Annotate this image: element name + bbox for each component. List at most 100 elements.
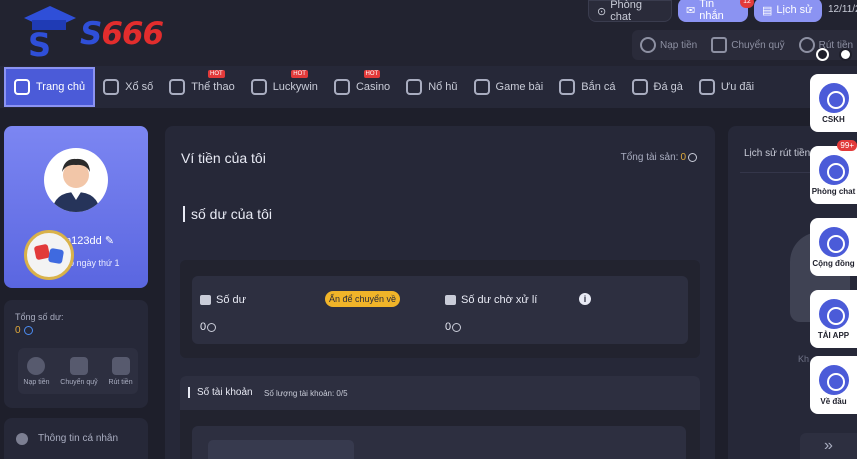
pending-balance-value: 0 — [445, 321, 462, 333]
chat-room-label: Phòng chat — [610, 0, 643, 23]
nav-promotions[interactable]: Ưu đãi — [691, 66, 762, 108]
deposit-button[interactable]: Nạp tiền — [23, 356, 49, 386]
nav-sports[interactable]: Thể thao HOT — [161, 66, 242, 108]
support-button[interactable]: CSKH — [810, 74, 857, 132]
toggle-dot-icon[interactable] — [839, 48, 852, 61]
transfer-icon — [69, 356, 88, 375]
nav-home-label: Trang chủ — [36, 81, 86, 93]
telegram-icon — [818, 226, 849, 257]
mailbox-icon: ✉ — [686, 4, 696, 17]
nav-luckywin[interactable]: Luckywin HOT — [243, 66, 326, 108]
download-app-label: TẢI APP — [817, 330, 850, 340]
cards-icon — [473, 79, 490, 95]
nav-cockfight[interactable]: Đá gà — [624, 66, 691, 108]
nav-slots-label: Nổ hũ — [428, 81, 458, 93]
community-label: Cộng đồng — [812, 258, 855, 268]
refresh-icon[interactable] — [688, 153, 697, 162]
download-app-button[interactable]: TẢI APP — [810, 290, 857, 348]
support-label: CSKH — [822, 114, 845, 124]
avatar[interactable] — [44, 148, 108, 212]
user-avatar-icon — [52, 158, 100, 212]
pending-label-text: Số dư chờ xử lí — [461, 294, 538, 306]
back-to-top-button[interactable]: Về đầu — [810, 356, 857, 414]
accounts-list — [192, 426, 686, 459]
nav-cockfight-label: Đá gà — [653, 81, 683, 93]
chat-room-float-button[interactable]: Phòng chat 99+ — [810, 140, 857, 204]
total-assets-value: 0 — [680, 152, 686, 163]
my-balance-heading: số dư của tôi — [183, 206, 272, 222]
deposit-icon — [640, 37, 656, 53]
quick-transfer-button[interactable]: Chuyển quỹ — [711, 37, 785, 53]
chat-badge: 99+ — [837, 140, 857, 151]
accounts-title: Số tài khoản — [188, 387, 253, 398]
dice-badge-icon — [24, 230, 74, 280]
logo-letter: S — [28, 26, 51, 62]
history-button[interactable]: ▤ Lịch sử — [754, 0, 822, 22]
refresh-icon[interactable] — [23, 326, 33, 335]
toggle-dot-icon[interactable] — [816, 48, 829, 61]
hot-badge: HOT — [291, 70, 308, 78]
chat-room-float-label: Phòng chat — [811, 186, 856, 196]
back-to-top-label: Về đầu — [820, 396, 847, 406]
nav-luckywin-label: Luckywin — [272, 81, 318, 93]
date-time: 12/11/2 — [828, 4, 857, 15]
edit-icon[interactable]: ✎ — [105, 235, 114, 247]
nav-casino-label: Casino — [355, 81, 391, 93]
withdraw-icon — [111, 356, 130, 375]
rooster-icon — [631, 79, 648, 95]
lottery-icon — [103, 79, 120, 95]
history-icon: ▤ — [762, 4, 773, 17]
arrow-up-icon — [818, 364, 849, 395]
accounts-header: Số tài khoản Số lượng tài khoản: 0/5 — [180, 376, 700, 410]
nav-casino[interactable]: Casino HOT — [326, 66, 398, 108]
quick-deposit-label: Nạp tiền — [660, 39, 698, 51]
chat-icon — [818, 154, 849, 185]
quick-deposit-button[interactable]: Nạp tiền — [640, 37, 697, 53]
total-balance-label: Tổng số dư: — [15, 312, 64, 322]
personal-info-link[interactable]: Thông tin cá nhân — [4, 418, 148, 459]
total-assets: Tổng tài sản: 0 — [621, 152, 697, 163]
accounts-count: Số lượng tài khoản: 0/5 — [264, 389, 348, 398]
messages-button[interactable]: ✉ Tin nhắn — [678, 0, 748, 22]
balance-value: 0 — [200, 321, 217, 333]
total-balance-value: 0 — [15, 325, 33, 336]
nav-lottery[interactable]: Xổ số — [95, 66, 161, 108]
transfer-back-button[interactable]: Ấn để chuyển về — [325, 291, 401, 307]
balance-actions: Nạp tiền Chuyển quỹ Rút tiền — [18, 348, 138, 394]
transfer-button[interactable]: Chuyển quỹ — [60, 356, 98, 386]
nav-lottery-label: Xổ số — [125, 81, 154, 93]
info-icon[interactable]: i — [579, 293, 591, 305]
wallet-icon — [445, 295, 456, 305]
fish-icon — [559, 79, 576, 95]
app-icon — [818, 298, 849, 329]
history-label: Lịch sử — [776, 4, 813, 16]
nav-slots[interactable]: Nổ hũ — [398, 66, 465, 108]
personal-info-label: Thông tin cá nhân — [38, 433, 119, 444]
brand-logo[interactable]: S S666 — [22, 4, 187, 64]
withdraw-button[interactable]: Rút tiền — [108, 356, 133, 386]
community-button[interactable]: Cộng đồng — [810, 218, 857, 276]
slot-icon — [406, 79, 423, 95]
wallet-icon — [200, 295, 211, 305]
hot-badge: HOT — [208, 70, 225, 78]
accounts-section: Số tài khoản Số lượng tài khoản: 0/5 — [180, 376, 700, 459]
pending-balance-label: Số dư chờ xử lí — [445, 294, 537, 306]
messages-badge: 12 — [740, 0, 754, 8]
balance-section: Số dư Ấn để chuyển về 0 Số dư chờ xử lí … — [180, 260, 700, 358]
home-icon — [14, 79, 30, 95]
chat-icon: ⊙ — [597, 5, 607, 18]
nav-fishing[interactable]: Bắn cá — [551, 66, 623, 108]
withdraw-history-title: Lịch sử rút tiền — [744, 148, 811, 159]
nav-card-games-label: Game bài — [495, 81, 544, 93]
balance-label-text: Số dư — [216, 294, 246, 306]
add-account-card[interactable] — [208, 440, 354, 459]
chat-room-button[interactable]: ⊙ Phòng chat — [588, 0, 672, 23]
transfer-icon — [711, 37, 728, 53]
wallet-panel: Ví tiền của tôi Tổng tài sản: 0 số dư củ… — [165, 126, 715, 459]
luckywin-icon — [250, 79, 267, 95]
hot-badge: HOT — [363, 70, 381, 78]
nav-card-games[interactable]: Game bài — [466, 66, 552, 108]
expand-chevron-icon[interactable]: » — [800, 433, 857, 459]
nav-home[interactable]: Trang chủ — [4, 67, 96, 107]
balance-label: Số dư — [200, 294, 246, 306]
